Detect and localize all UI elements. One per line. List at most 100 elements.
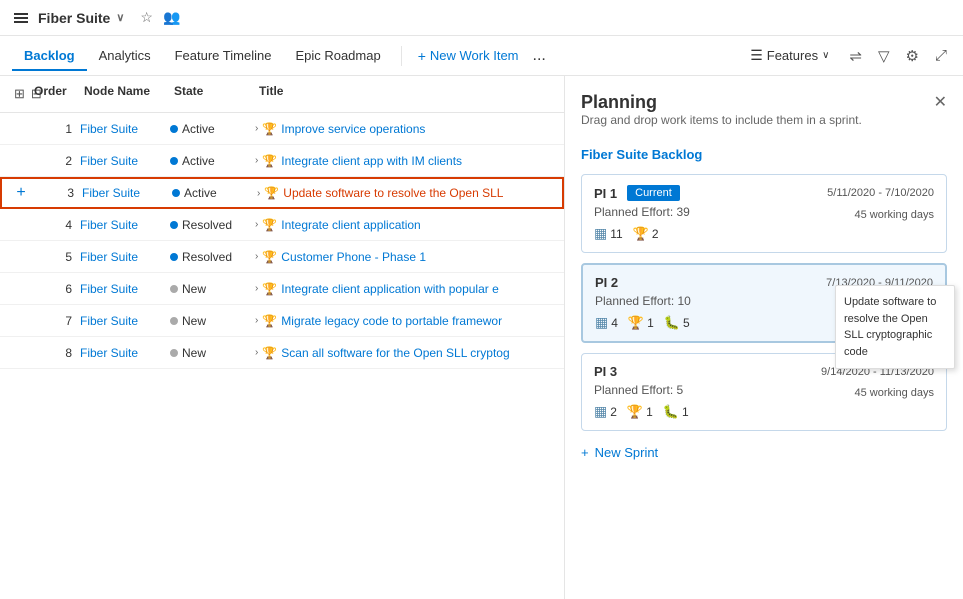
- state-label: Active: [182, 154, 215, 168]
- header-node: Node Name: [80, 80, 170, 108]
- table-row: 6 Fiber Suite New › 🏆 Integrate client a…: [0, 273, 564, 305]
- row-title-text[interactable]: Integrate client application with popula…: [281, 282, 498, 296]
- row-expand-icon[interactable]: ›: [257, 188, 260, 199]
- row-node[interactable]: Fiber Suite: [80, 282, 170, 296]
- sprint-effort: Planned Effort: 39: [594, 205, 690, 219]
- row-order: 5: [30, 250, 80, 264]
- trophy-stat-icon: 🏆: [628, 315, 644, 331]
- view-options-icon[interactable]: ⇌: [845, 43, 866, 69]
- state-dot-new: [170, 349, 178, 357]
- filter-icon[interactable]: ▽: [874, 43, 894, 69]
- sprint-stat: 🐛 5: [664, 315, 690, 331]
- stat-value: 1: [682, 405, 689, 419]
- state-label: Resolved: [182, 218, 232, 232]
- row-expand-icon[interactable]: ›: [255, 347, 258, 358]
- tab-feature-timeline[interactable]: Feature Timeline: [163, 40, 284, 71]
- row-order: 7: [30, 314, 80, 328]
- row-title-text[interactable]: Customer Phone - Phase 1: [281, 250, 426, 264]
- expand-icon[interactable]: ⤢: [931, 43, 951, 68]
- hamburger-menu[interactable]: [12, 11, 30, 25]
- state-label: Active: [182, 122, 215, 136]
- table-header: ⊞ ⊟ Order Node Name State Title: [0, 76, 564, 113]
- features-dropdown-button[interactable]: ☰ Features ∨: [742, 43, 837, 68]
- tab-epic-roadmap[interactable]: Epic Roadmap: [283, 40, 392, 71]
- row-order: 8: [30, 346, 80, 360]
- row-node[interactable]: Fiber Suite: [82, 186, 172, 200]
- bar-chart-icon: ▦: [594, 403, 607, 420]
- row-title-text[interactable]: Migrate legacy code to portable framewor: [281, 314, 502, 328]
- top-bar-icons: ☆ 👥: [140, 9, 180, 26]
- row-node[interactable]: Fiber Suite: [80, 122, 170, 136]
- sprint-stats: ▦ 11 🏆 2: [594, 225, 934, 242]
- backlog-panel: ⊞ ⊟ Order Node Name State Title 1 Fiber …: [0, 76, 565, 599]
- row-title-text[interactable]: Improve service operations: [281, 122, 425, 136]
- stat-value: 2: [610, 405, 617, 419]
- row-title: › 🏆 Migrate legacy code to portable fram…: [255, 314, 556, 328]
- star-icon[interactable]: ☆: [140, 9, 153, 26]
- people-icon[interactable]: 👥: [163, 9, 180, 26]
- bar-chart-icon: ▦: [594, 225, 607, 242]
- table-row: 8 Fiber Suite New › 🏆 Scan all software …: [0, 337, 564, 369]
- row-state: New: [170, 314, 255, 328]
- sprint-name: PI 3: [594, 364, 617, 379]
- chevron-down-icon[interactable]: ∨: [116, 11, 124, 24]
- row-expand-icon[interactable]: ›: [255, 315, 258, 326]
- row-expand-icon[interactable]: ›: [255, 123, 258, 134]
- row-expand-icon[interactable]: ›: [255, 251, 258, 262]
- sprint-stat: ▦ 4: [595, 314, 618, 331]
- sprint-stat: ▦ 11: [594, 225, 623, 242]
- row-add-icon[interactable]: +: [16, 184, 25, 202]
- stat-value: 2: [652, 227, 659, 241]
- sprint-working-days: 45 working days: [855, 387, 935, 399]
- tab-analytics[interactable]: Analytics: [87, 40, 163, 71]
- stat-value: 4: [611, 316, 618, 330]
- settings-icon[interactable]: ⚙: [902, 43, 923, 69]
- row-expand-icon[interactable]: ›: [255, 283, 258, 294]
- sprint-dates: 5/11/2020 - 7/10/2020: [827, 187, 934, 199]
- row-node[interactable]: Fiber Suite: [80, 314, 170, 328]
- planning-close-button[interactable]: ✕: [934, 92, 947, 112]
- new-work-item-button[interactable]: + New Work Item: [410, 40, 527, 72]
- trophy-icon: 🏆: [262, 122, 277, 136]
- bug-stat-icon: 🐛: [664, 315, 680, 331]
- row-title: › 🏆 Integrate client application: [255, 218, 556, 232]
- row-node[interactable]: Fiber Suite: [80, 154, 170, 168]
- row-title-text-highlighted[interactable]: Update software to resolve the Open SLL: [283, 186, 503, 200]
- app-title-text: Fiber Suite: [38, 10, 110, 26]
- stat-value: 1: [647, 316, 654, 330]
- trophy-icon: 🏆: [262, 250, 277, 264]
- top-bar: Fiber Suite ∨ ☆ 👥: [0, 0, 963, 36]
- sprint-stat: 🏆 2: [633, 226, 659, 242]
- bug-stat-icon: 🐛: [663, 404, 679, 420]
- row-order: 6: [30, 282, 80, 296]
- row-title-text[interactable]: Scan all software for the Open SLL crypt…: [281, 346, 509, 360]
- trophy-stat-icon: 🏆: [627, 404, 643, 420]
- trophy-icon: 🏆: [262, 314, 277, 328]
- sprint-stat: 🏆 1: [627, 404, 653, 420]
- more-menu-button[interactable]: ...: [527, 39, 552, 73]
- plus-icon: +: [418, 48, 426, 64]
- expand-all-button[interactable]: ⊞: [12, 84, 27, 104]
- features-chevron-icon: ∨: [822, 50, 829, 61]
- features-label: Features: [767, 48, 818, 63]
- stat-value: 1: [646, 405, 653, 419]
- row-node[interactable]: Fiber Suite: [80, 346, 170, 360]
- new-sprint-button[interactable]: + New Sprint: [581, 441, 658, 464]
- header-state: State: [170, 80, 255, 108]
- row-title: › 🏆 Integrate client app with IM clients: [255, 154, 556, 168]
- row-expand-icon[interactable]: ›: [255, 219, 258, 230]
- sprint-name: PI 2: [595, 275, 618, 290]
- row-expand-icon[interactable]: ›: [255, 155, 258, 166]
- tab-backlog[interactable]: Backlog: [12, 40, 87, 71]
- planning-panel: Planning Drag and drop work items to inc…: [565, 76, 963, 599]
- trophy-icon: 🏆: [264, 186, 279, 200]
- planning-backlog-label[interactable]: Fiber Suite Backlog: [581, 147, 947, 162]
- row-node[interactable]: Fiber Suite: [80, 218, 170, 232]
- row-title-text[interactable]: Integrate client app with IM clients: [281, 154, 462, 168]
- sprint-card-pi1: PI 1 Current 5/11/2020 - 7/10/2020 Plann…: [581, 174, 947, 253]
- row-title-text[interactable]: Integrate client application: [281, 218, 420, 232]
- row-title: › 🏆 Scan all software for the Open SLL c…: [255, 346, 556, 360]
- row-node[interactable]: Fiber Suite: [80, 250, 170, 264]
- state-label: New: [182, 314, 206, 328]
- row-order: 3: [32, 186, 82, 200]
